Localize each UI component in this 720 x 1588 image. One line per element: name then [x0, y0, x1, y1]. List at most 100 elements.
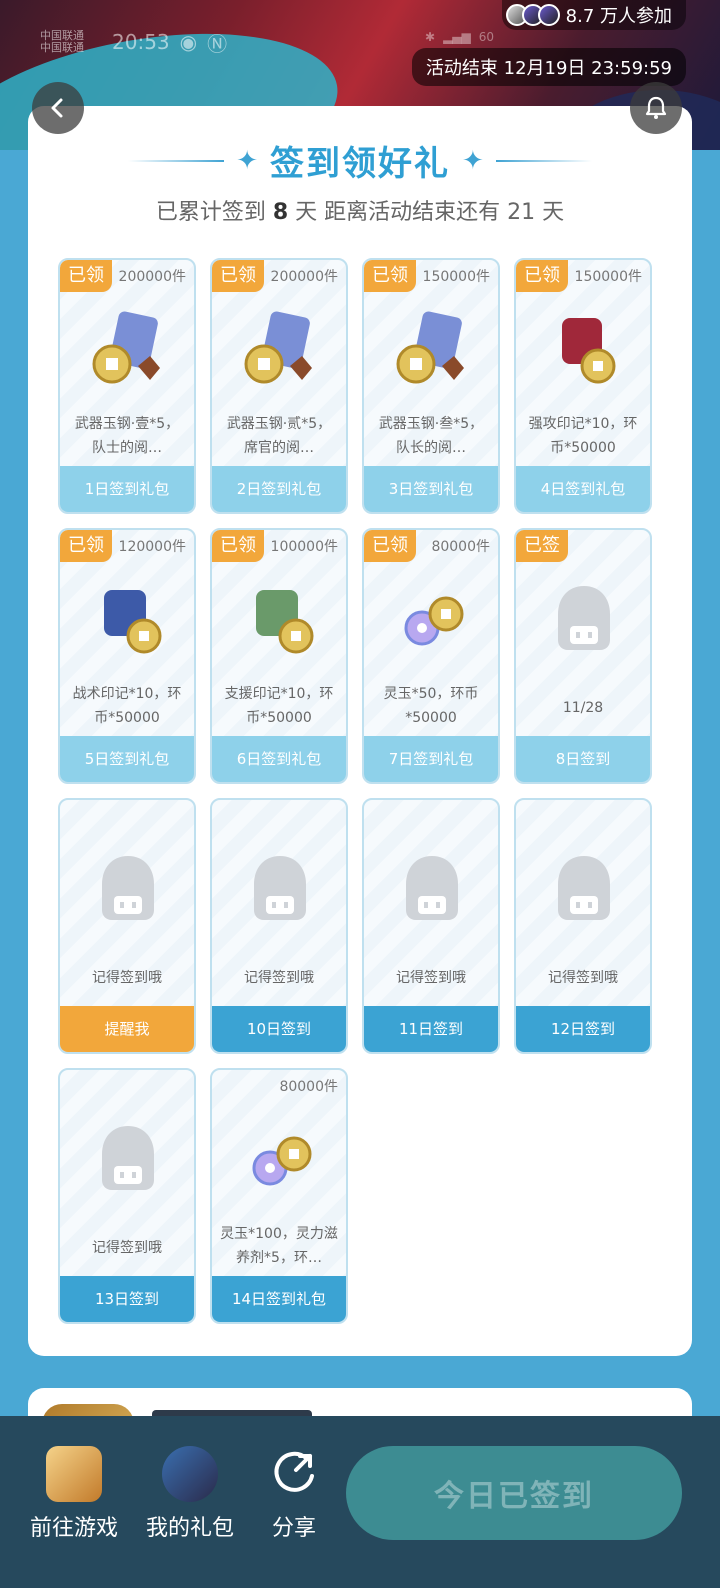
title-divider — [128, 159, 225, 162]
support-seal-icon — [236, 576, 324, 664]
attack-seal-icon — [540, 306, 628, 394]
stock-count: 200000件 — [270, 269, 338, 285]
nfc-icon: Ⓝ — [207, 31, 228, 56]
reward-description: 武器玉钢·贰*5，席官的阅… — [226, 416, 332, 456]
claimed-badge: 已签 — [516, 530, 568, 562]
reward-description: 灵玉*100，灵力滋养剂*5，环… — [220, 1226, 338, 1266]
day-label: 10日签到 — [212, 1006, 346, 1052]
gift-avatar-icon — [162, 1446, 218, 1502]
claimed-badge: 已领 — [516, 260, 568, 292]
reward-description: 武器玉钢·叁*5，队长的阅… — [378, 416, 484, 456]
placeholder-avatar-icon — [388, 846, 476, 934]
placeholder-avatar-icon — [236, 846, 324, 934]
reward-cell[interactable]: 已签 11/28 8日签到 — [514, 528, 652, 784]
title-divider — [495, 159, 592, 162]
bluetooth-icon: ✱ — [425, 30, 436, 44]
day-label: 14日签到礼包 — [212, 1276, 346, 1322]
claimed-badge: 已领 — [60, 530, 112, 562]
checkin-card: ✦ 签到领好礼 ✦ 已累计签到 8 天 距离活动结束还有 21 天 已领 2000… — [28, 106, 692, 1356]
reward-cell[interactable]: 记得签到哦 10日签到 — [210, 798, 348, 1054]
avatar — [537, 4, 560, 26]
day-label: 5日签到礼包 — [60, 736, 194, 782]
share-icon — [266, 1446, 322, 1502]
status-icons: ✱ ▂▄▆ 60 — [425, 30, 494, 44]
reward-grid: 已领 200000件 武器玉钢·壹*5，队士的阅… 1日签到礼包 已领 200000件 武器… — [58, 258, 656, 1324]
reward-cell[interactable]: 已领 150000件 武器玉钢·叁*5，队长的阅… 3日签到礼包 — [362, 258, 500, 514]
page-title: 签到领好礼 — [270, 144, 450, 184]
battery-icon: 60 — [478, 30, 495, 44]
day-label: 13日签到 — [60, 1276, 194, 1322]
claimed-badge: 已领 — [364, 530, 416, 562]
avatar-stack — [505, 4, 560, 26]
reward-cell[interactable]: 记得签到哦 12日签到 — [514, 798, 652, 1054]
event-end-time: 活动结束 12月19日 23:59:59 — [411, 48, 686, 86]
weapon-jade-steel-icon — [388, 306, 476, 394]
day-label: 3日签到礼包 — [364, 466, 498, 512]
reward-cell[interactable]: 80000件灵玉*100，灵力滋养剂*5，环… 14日签到礼包 — [210, 1068, 348, 1324]
stock-count: 80000件 — [279, 1079, 338, 1095]
reward-description: 记得签到哦 — [396, 970, 466, 986]
placeholder-avatar-icon — [540, 846, 628, 934]
day-label: 2日签到礼包 — [212, 466, 346, 512]
my-gifts-button[interactable]: 我的礼包 — [146, 1446, 234, 1542]
chevron-left-icon — [51, 98, 63, 118]
reward-description: 记得签到哦 — [548, 970, 618, 986]
reward-description: 支援印记*10，环币*50000 — [224, 686, 334, 726]
checkin-summary: 已累计签到 8 天 距离活动结束还有 21 天 — [155, 200, 565, 225]
stock-count: 200000件 — [118, 269, 186, 285]
bottom-action-bar: 前往游戏 我的礼包 分享 今日已签到 — [0, 1416, 720, 1588]
sparkle-icon: ✦ — [236, 145, 258, 176]
bell-icon — [645, 96, 667, 119]
reward-description: 灵玉*50，环币*50000 — [383, 686, 479, 726]
goto-game-button[interactable]: 前往游戏 — [30, 1446, 118, 1542]
reward-description: 强攻印记*10，环币*50000 — [528, 416, 638, 456]
notification-button[interactable] — [630, 82, 682, 134]
placeholder-avatar-icon — [540, 576, 628, 664]
signal-icon: ▂▄▆ — [443, 30, 471, 44]
day-label: 8日签到 — [516, 736, 650, 782]
game-avatar-icon — [46, 1446, 102, 1502]
reward-description: 记得签到哦 — [92, 970, 162, 986]
reward-description: 记得签到哦 — [92, 1240, 162, 1256]
tactic-seal-icon — [84, 576, 172, 664]
day-label: 11日签到 — [364, 1006, 498, 1052]
day-label: 6日签到礼包 — [212, 736, 346, 782]
claimed-badge: 已领 — [212, 260, 264, 292]
spirit-jade-icon — [388, 576, 476, 664]
reward-description: 武器玉钢·壹*5，队士的阅… — [74, 416, 180, 456]
stock-count: 120000件 — [118, 539, 186, 555]
card-title: ✦ 签到领好礼 ✦ — [28, 136, 692, 185]
remind-me-button[interactable]: 提醒我 — [60, 1006, 194, 1052]
reward-cell[interactable]: 记得签到哦 提醒我 — [58, 798, 196, 1054]
stock-count: 150000件 — [422, 269, 490, 285]
day-label: 4日签到礼包 — [516, 466, 650, 512]
status-bar: 中国联通 中国联通 20:53 ◉ Ⓝ — [40, 26, 227, 58]
checked-in-today-button[interactable]: 今日已签到 — [346, 1446, 682, 1540]
reward-description: 11/28 — [562, 700, 604, 716]
eye-icon: ◉ — [179, 30, 198, 54]
back-button[interactable] — [32, 82, 84, 134]
reward-cell[interactable]: 记得签到哦 13日签到 — [58, 1068, 196, 1324]
day-label: 7日签到礼包 — [364, 736, 498, 782]
reward-cell[interactable]: 已领 150000件强攻印记*10，环币*50000 4日签到礼包 — [514, 258, 652, 514]
reward-cell[interactable]: 记得签到哦 11日签到 — [362, 798, 500, 1054]
placeholder-avatar-icon — [84, 846, 172, 934]
claimed-badge: 已领 — [60, 260, 112, 292]
share-button[interactable]: 分享 — [266, 1446, 322, 1542]
weapon-jade-steel-icon — [84, 306, 172, 394]
stock-count: 100000件 — [270, 539, 338, 555]
participants-badge: 8.7 万人参加 — [501, 0, 686, 30]
reward-cell[interactable]: 已领 120000件 战术印记*10，环币*50000 5日签到礼包 — [58, 528, 196, 784]
day-label: 12日签到 — [516, 1006, 650, 1052]
reward-cell[interactable]: 已领 200000件武器玉钢·贰*5，席官的阅… 2日签到礼包 — [210, 258, 348, 514]
sparkle-icon: ✦ — [462, 145, 484, 176]
stock-count: 80000件 — [431, 539, 490, 555]
stock-count: 150000件 — [574, 269, 642, 285]
reward-description: 记得签到哦 — [244, 970, 314, 986]
claimed-badge: 已领 — [212, 530, 264, 562]
reward-cell[interactable]: 已领 80000件灵玉*50，环币*50000 7日签到礼包 — [362, 528, 500, 784]
status-time: 20:53 — [112, 30, 170, 54]
reward-cell[interactable]: 已领 100000件支援印记*10，环币*50000 6日签到礼包 — [210, 528, 348, 784]
weapon-jade-steel-icon — [236, 306, 324, 394]
reward-cell[interactable]: 已领 200000件 武器玉钢·壹*5，队士的阅… 1日签到礼包 — [58, 258, 196, 514]
